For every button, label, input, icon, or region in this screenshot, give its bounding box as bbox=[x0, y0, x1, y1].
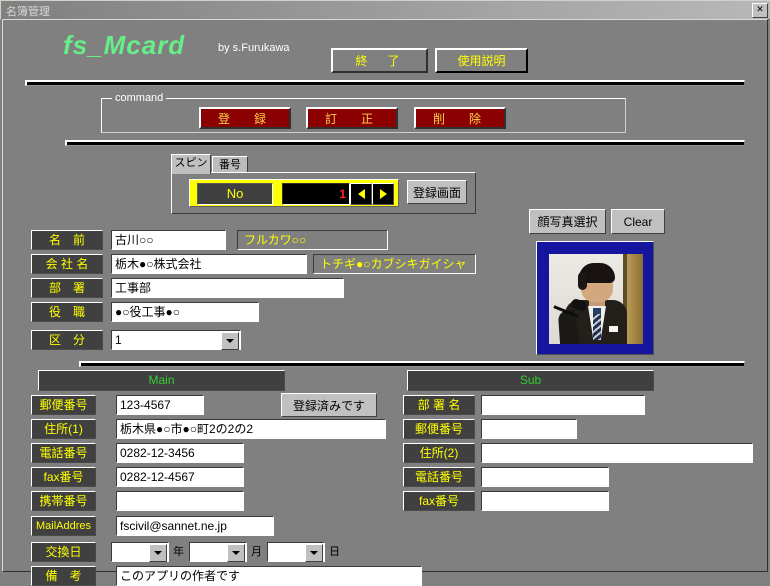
company-kana-display: トチギ●○カブシキガイシャ bbox=[313, 254, 476, 274]
photo-sideburn bbox=[578, 272, 587, 290]
name-input[interactable]: 古川○○ bbox=[111, 230, 226, 250]
sub-address2-input[interactable] bbox=[481, 443, 753, 463]
exchange-date-day-select[interactable] bbox=[267, 542, 325, 562]
photo-frame[interactable] bbox=[536, 241, 654, 355]
main-phone-input[interactable]: 0282-12-3456 bbox=[116, 443, 244, 463]
help-button[interactable]: 使用説明 bbox=[435, 48, 528, 73]
photo-tie bbox=[593, 314, 601, 340]
company-label: 会 社 名 bbox=[31, 254, 103, 274]
photo-wood-panel bbox=[627, 254, 643, 344]
sub-postal-input[interactable] bbox=[481, 419, 577, 439]
main-address1-label: 住所(1) bbox=[31, 419, 96, 439]
chevron-down-icon[interactable] bbox=[221, 332, 239, 350]
exchange-date-month-select[interactable] bbox=[189, 542, 247, 562]
department-label: 部 署 bbox=[31, 278, 103, 298]
header-divider bbox=[25, 80, 745, 86]
exit-button[interactable]: 終 了 bbox=[331, 48, 428, 73]
no-value-field[interactable]: 1 bbox=[282, 183, 350, 205]
register-button[interactable]: 登 録 bbox=[199, 107, 291, 129]
department-input[interactable]: 工事部 bbox=[111, 278, 344, 298]
exchange-date-year-select[interactable] bbox=[111, 542, 169, 562]
window-title: 名簿管理 bbox=[6, 6, 50, 18]
register-screen-button[interactable]: 登録画面 bbox=[407, 180, 467, 204]
company-input[interactable]: 栃木●○株式会社 bbox=[111, 254, 307, 274]
category-value: 1 bbox=[115, 333, 122, 347]
month-unit-label: 月 bbox=[251, 546, 262, 558]
clear-photo-button[interactable]: Clear bbox=[611, 209, 665, 234]
main-address1-input[interactable]: 栃木県●○市●○町2の2の2 bbox=[116, 419, 386, 439]
no-label: No bbox=[197, 183, 273, 205]
year-unit-label: 年 bbox=[173, 546, 184, 558]
sub-fax-input[interactable] bbox=[481, 491, 609, 511]
main-fax-label: fax番号 bbox=[31, 467, 96, 487]
delete-button[interactable]: 削 除 bbox=[414, 107, 506, 129]
note-input[interactable]: このアプリの作者です bbox=[116, 566, 422, 586]
section-divider bbox=[79, 361, 745, 367]
photo-pocket-square bbox=[609, 326, 618, 332]
command-legend: command bbox=[112, 92, 167, 104]
author-text: by s.Furukawa bbox=[218, 42, 290, 54]
close-icon[interactable]: ✕ bbox=[752, 3, 768, 18]
command-divider bbox=[65, 140, 745, 146]
name-label: 名 前 bbox=[31, 230, 103, 250]
main-postal-label: 郵便番号 bbox=[31, 395, 96, 415]
tab-spin[interactable]: スピン bbox=[171, 154, 211, 174]
sub-phone-label: 電話番号 bbox=[403, 467, 475, 487]
main-mail-input[interactable]: fscivil@sannet.ne.jp bbox=[116, 516, 274, 536]
avatar bbox=[549, 254, 643, 344]
tab-strip: スピン 番号 bbox=[171, 154, 471, 174]
note-label: 備 考 bbox=[31, 566, 96, 586]
correct-button[interactable]: 訂 正 bbox=[306, 107, 398, 129]
main-mobile-input[interactable] bbox=[116, 491, 244, 511]
sub-address2-label: 住所(2) bbox=[403, 443, 475, 463]
chevron-down-icon[interactable] bbox=[227, 544, 245, 562]
spin-panel: No 1 bbox=[189, 179, 399, 207]
sub-postal-label: 郵便番号 bbox=[403, 419, 475, 439]
sub-fax-label: fax番号 bbox=[403, 491, 475, 511]
application-window: 名簿管理 ✕ fs_Mcard by s.Furukawa 終 了 使用説明 c… bbox=[0, 0, 770, 586]
triangle-right-icon bbox=[379, 189, 387, 199]
sub-phone-input[interactable] bbox=[481, 467, 609, 487]
main-header: Main bbox=[38, 370, 285, 391]
sub-department-input[interactable] bbox=[481, 395, 645, 415]
category-select[interactable]: 1 bbox=[111, 330, 241, 350]
exchange-date-label: 交換日 bbox=[31, 542, 96, 562]
registered-status-button[interactable]: 登録済みです bbox=[281, 393, 377, 417]
name-kana-display: フルカワ○○ bbox=[237, 230, 388, 250]
position-input[interactable]: ●○役工事●○ bbox=[111, 302, 259, 322]
sub-header: Sub bbox=[407, 370, 654, 391]
title-bar: 名簿管理 ✕ bbox=[0, 0, 770, 20]
day-unit-label: 日 bbox=[329, 546, 340, 558]
main-phone-label: 電話番号 bbox=[31, 443, 96, 463]
main-postal-input[interactable]: 123-4567 bbox=[116, 395, 204, 415]
main-mobile-label: 携帯番号 bbox=[31, 491, 96, 511]
main-fax-input[interactable]: 0282-12-4567 bbox=[116, 467, 244, 487]
client-area: fs_Mcard by s.Furukawa 終 了 使用説明 command … bbox=[2, 19, 768, 586]
app-title: fs_Mcard bbox=[63, 30, 186, 60]
sub-department-label: 部 署 名 bbox=[403, 395, 475, 415]
select-photo-button[interactable]: 顔写真選択 bbox=[529, 209, 606, 234]
spin-next-button[interactable] bbox=[372, 183, 394, 205]
category-label: 区 分 bbox=[31, 330, 103, 350]
chevron-down-icon[interactable] bbox=[305, 544, 323, 562]
triangle-left-icon bbox=[357, 189, 365, 199]
chevron-down-icon[interactable] bbox=[149, 544, 167, 562]
position-label: 役 職 bbox=[31, 302, 103, 322]
main-mail-label: MailAddres bbox=[31, 516, 96, 536]
spin-prev-button[interactable] bbox=[350, 183, 372, 205]
